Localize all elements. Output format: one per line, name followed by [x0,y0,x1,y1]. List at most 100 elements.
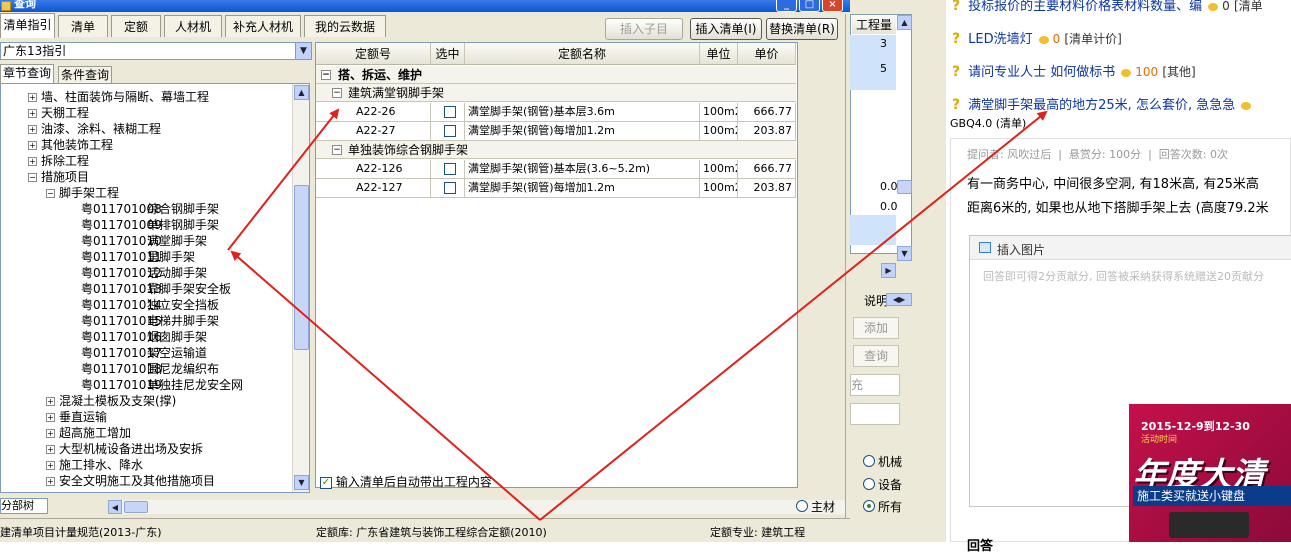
scroll-down-icon[interactable]: ▼ [897,246,912,261]
chevron-down-icon[interactable]: ▼ [295,43,311,59]
expand-icon[interactable]: + [46,397,55,406]
behind-value-3: 0.0 [880,180,898,193]
expand-icon[interactable]: + [46,461,55,470]
insert-list-button[interactable]: 插入清单(I) [690,18,762,40]
scroll-down-icon[interactable]: ▼ [294,475,309,490]
answer-placeholder: 回答即可得2分贡献分, 回答被采纳获得系统赠送20贡献分 [983,270,1264,283]
table-row[interactable]: A22-126 满堂脚手架(钢管)基本层(3.6~5.2m) 100m2 666… [316,160,796,179]
behind-col-header: 工程量 [852,16,896,34]
tree-label: 油漆、涂料、裱糊工程 [41,122,162,136]
col-header-select[interactable]: 选中 [431,43,465,65]
radio-main-material[interactable] [796,500,808,512]
tab-chapter-query[interactable]: 章节查询 [0,64,55,83]
tree-label: 措施项目 [41,170,90,184]
scroll-left-icon[interactable]: ◀ [108,500,122,514]
row-checkbox[interactable] [444,125,456,137]
radio-machine-label: 机械 [878,455,903,469]
insert-image-button[interactable]: 插入图片 [997,241,1045,258]
col-header-code[interactable]: 定额号 [316,43,431,65]
auto-content-checkbox-row[interactable]: ✓ 输入清单后自动带出工程内容 [320,473,492,490]
blank-field[interactable] [850,403,900,425]
tree-scroll-thumb[interactable] [294,185,309,350]
expand-icon[interactable]: + [46,445,55,454]
minimize-icon[interactable]: _ [776,0,797,12]
tab-material[interactable]: 人材机 [164,15,222,37]
tree-code: 粤011701011 [81,250,162,264]
table-row[interactable]: A22-26 满堂脚手架(钢管)基本层3.6m 100m2 666.77 [316,103,796,122]
horizontal-scrollbar[interactable]: ◀ [108,500,848,514]
question-body-2: 距离6米的, 如果也从地下搭脚手架上去 (高度79.2米 [967,201,1269,216]
quota-price: 666.77 [738,103,796,122]
expand-icon[interactable]: + [46,477,55,486]
maximize-icon[interactable]: □ [799,0,820,12]
expand-icon[interactable]: + [28,109,37,118]
tree-name: 综合钢脚手架 [147,202,220,216]
auto-content-checkbox[interactable]: ✓ [320,476,332,489]
row-checkbox[interactable] [444,106,456,118]
title-bar[interactable]: 查询 _ □ × [0,0,850,12]
keyboard-icon [1169,512,1249,538]
ad-banner[interactable]: 2015-12-9到12-30 活动时间 年度大清 施工类买就送小键盘 [1129,404,1291,542]
table-row[interactable]: A22-127 满堂脚手架(钢管)每增加1.2m 100m2 203.87 [316,179,796,198]
quota-name: 满堂脚手架(钢管)每增加1.2m [465,179,700,198]
supplement-field[interactable]: 充 [850,374,900,396]
collapse-icon[interactable]: − [28,173,37,182]
tree-code: 粤011701019 [81,378,162,392]
scroll-right-icon[interactable]: ▶ [881,263,896,278]
tab-list[interactable]: 清单 [58,15,108,37]
tab-list-guide[interactable]: 清单指引 [0,13,55,38]
replace-list-button[interactable]: 替换清单(R) [766,18,838,40]
tree-scrollbar[interactable]: ▲ ▼ [292,84,309,492]
scroll-up-icon[interactable]: ▲ [897,15,912,30]
collapse-icon[interactable]: − [332,145,342,155]
expand-icon[interactable]: + [46,413,55,422]
expand-icon[interactable]: + [28,141,37,150]
hscroll-thumb[interactable] [124,501,148,513]
tree-label: 粤011701014独立安全挡板 [81,297,219,313]
col-header-name[interactable]: 定额名称 [465,43,700,65]
query-button[interactable]: 查询 [853,345,899,367]
question-link-2[interactable]: ? LED洗墙灯 0 [清单计价] [952,28,1122,47]
row-checkbox[interactable] [444,163,456,175]
expand-icon[interactable]: + [28,93,37,102]
tree-code: 粤011701014 [81,298,162,312]
tab-supplement-material[interactable]: 补充人材机 [225,15,301,37]
collapse-icon[interactable]: − [321,70,331,80]
row-checkbox[interactable] [444,182,456,194]
quota-code: A22-27 [356,124,396,137]
tab-cloud-data[interactable]: 我的云数据 [304,15,386,37]
expand-icon[interactable]: + [46,429,55,438]
question-link-1[interactable]: ? 投标报价的主要材料价格表材料数量、编 0 [清单 [952,0,1263,14]
nav-arrows-icon[interactable]: ◀▶ [886,293,912,306]
tree-name: 架空运输道 [147,346,208,360]
radio-machine[interactable] [863,455,875,467]
scroll-up-icon[interactable]: ▲ [294,85,309,100]
guide-select[interactable]: 广东13指引 ▼ [0,42,312,60]
radio-all[interactable] [863,500,875,512]
tab-section-tree[interactable]: 分部树 [0,498,48,514]
collapse-icon[interactable]: − [332,88,342,98]
expand-icon[interactable]: + [28,157,37,166]
tree-name: 满堂脚手架 [147,234,208,248]
add-button[interactable]: 添加 [853,317,899,339]
table-row[interactable]: A22-27 满堂脚手架(钢管)每增加1.2m 100m2 203.87 [316,122,796,141]
tree-label: 墙、柱面装饰与隔断、幕墙工程 [41,90,210,104]
question-link-4[interactable]: ? 满堂脚手架最高的地方25米, 怎么套价, 急急急 [952,94,1255,113]
col-header-unit[interactable]: 单位 [700,43,738,65]
col-header-price[interactable]: 单价 [738,43,796,65]
grid-group-row[interactable]: − 搭、拆运、维护 [316,66,796,84]
behind-value-2: 5 [880,62,887,75]
collapse-icon[interactable]: − [46,189,55,198]
question-link-3[interactable]: ? 请问专业人士 如何做标书 100 [其他] [952,61,1196,80]
grid-subgroup-row[interactable]: − 单独装饰综合钢脚手架 [316,141,796,159]
close-icon[interactable]: × [822,0,843,12]
radio-equipment[interactable] [863,478,875,490]
insert-child-button[interactable]: 插入子目 [605,18,683,40]
grid-subgroup-row[interactable]: − 建筑满堂钢脚手架 [316,84,796,102]
tab-condition-query[interactable]: 条件查询 [58,66,113,83]
quota-price: 666.77 [738,160,796,179]
tree-name: 围尼龙编织布 [147,362,220,376]
tab-quota[interactable]: 定额 [111,15,161,37]
expand-icon[interactable]: + [28,125,37,134]
ad-slogan: 施工类买就送小键盘 [1133,486,1291,506]
